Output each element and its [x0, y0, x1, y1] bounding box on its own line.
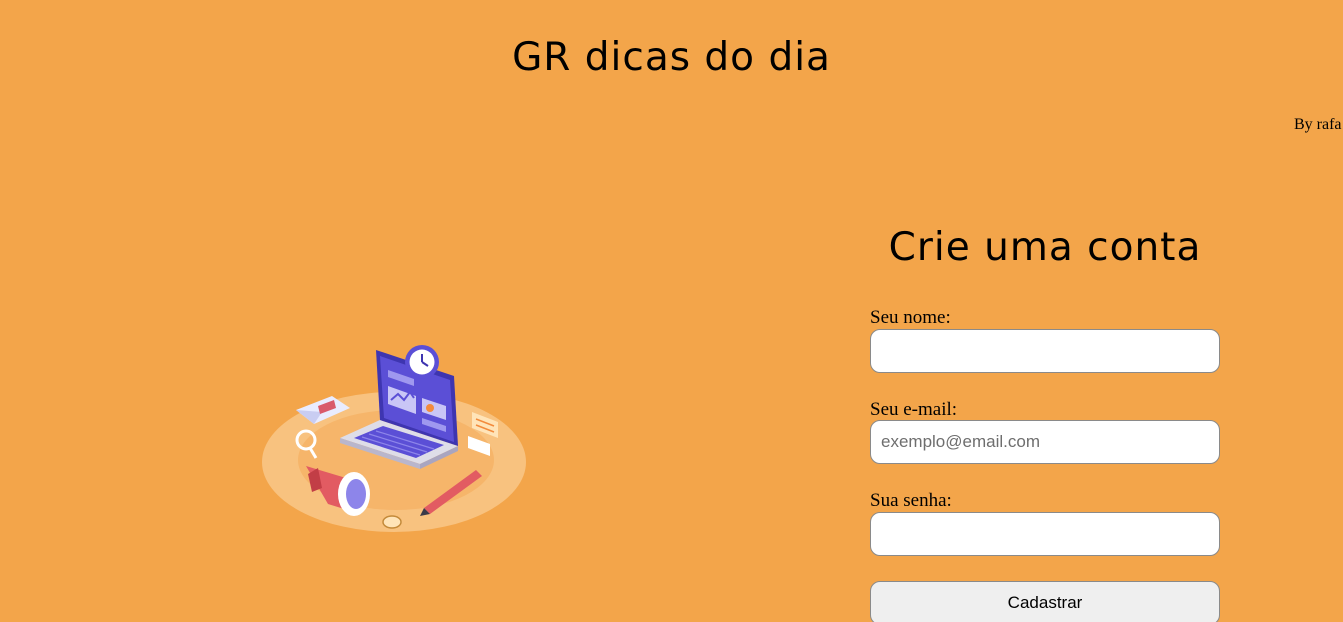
- submit-button[interactable]: Cadastrar: [870, 581, 1220, 622]
- form-title: Crie uma conta: [888, 225, 1202, 270]
- author-credit: By rafa: [1294, 116, 1342, 133]
- password-input[interactable]: [870, 512, 1220, 556]
- name-input[interactable]: [870, 329, 1220, 373]
- email-label: Seu e-mail:: [870, 399, 958, 420]
- name-label: Seu nome:: [870, 307, 951, 328]
- marketing-laptop-illustration: [262, 345, 526, 532]
- password-label: Sua senha:: [870, 490, 952, 511]
- page-title: GR dicas do dia: [512, 35, 831, 80]
- email-input[interactable]: [870, 420, 1220, 464]
